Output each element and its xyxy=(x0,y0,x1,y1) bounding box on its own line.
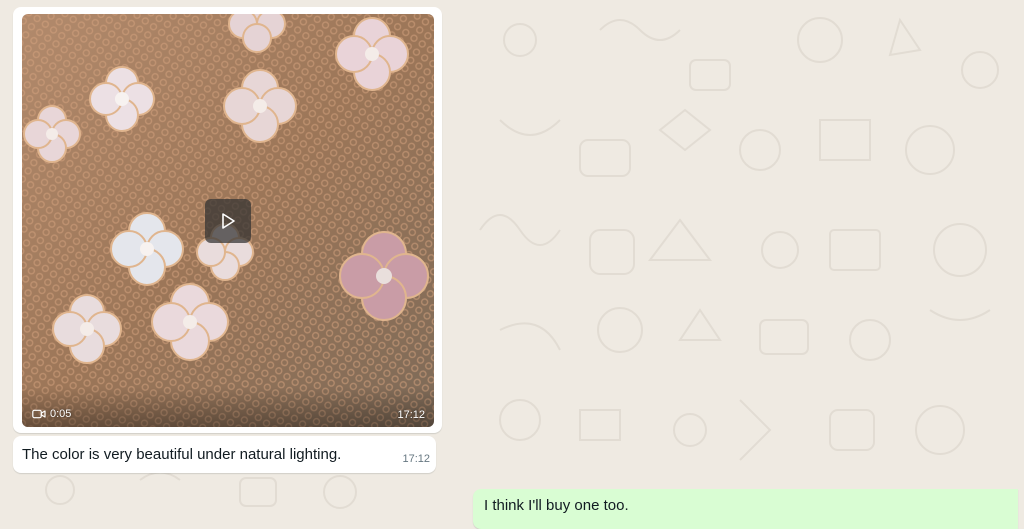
message-text: The color is very beautiful under natura… xyxy=(22,446,342,463)
incoming-text-message: The color is very beautiful under natura… xyxy=(13,436,436,473)
video-duration: 0:05 xyxy=(32,408,71,420)
video-timestamp: 17:12 xyxy=(397,409,425,421)
play-icon xyxy=(222,213,235,229)
video-bottom-gradient xyxy=(22,387,434,427)
duration-text: 0:05 xyxy=(50,408,72,420)
message-text: I think I'll buy one too. xyxy=(484,497,629,514)
video-camera-icon xyxy=(32,409,46,419)
play-button[interactable] xyxy=(205,199,251,243)
outgoing-text-message: I think I'll buy one too. xyxy=(473,489,1018,529)
video-thumbnail[interactable]: 0:05 17:12 xyxy=(22,14,434,427)
message-timestamp: 17:12 xyxy=(402,453,430,465)
